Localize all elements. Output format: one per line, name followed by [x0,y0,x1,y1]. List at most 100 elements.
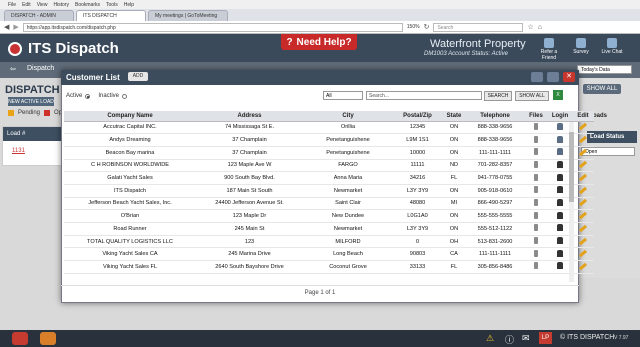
table-row[interactable]: C H ROBINSON WORLDWIDE 123 Maple Ave W FAR… [64,159,594,173]
file-icon[interactable] [534,122,538,130]
need-help-button[interactable]: ? Need Help? [281,34,357,50]
edit-pencil-icon[interactable] [578,123,588,131]
column-header-postal[interactable]: Postal/Zip [393,111,442,122]
column-header-edit[interactable]: Edit [572,111,594,122]
column-header-files[interactable]: Files [524,111,548,122]
file-icon[interactable] [534,249,538,257]
file-icon[interactable] [534,224,538,232]
table-row[interactable]: Andys Dreaming 37 Champlain Penetanguishen… [64,133,594,147]
login-user-icon[interactable] [557,148,563,156]
add-customer-button[interactable]: ADD [128,72,148,81]
inactive-radio[interactable] [122,93,128,99]
file-icon[interactable] [534,262,538,270]
app-logo[interactable]: ITS Dispatch [8,40,119,57]
nav-tab-dispatch[interactable]: Dispatch [27,65,54,72]
table-scrollbar[interactable] [569,122,574,282]
file-icon[interactable] [534,198,538,206]
table-row[interactable]: TOTAL QUALITY LOGISTICS LLC 123 MILFORD 0 OH… [64,235,594,249]
live-chat-button[interactable]: Live Chat [600,38,624,55]
file-icon[interactable] [534,211,538,219]
file-icon[interactable] [534,173,538,181]
browser-tab-admin[interactable]: DISPATCH - ADMIN [4,10,74,21]
column-header-company[interactable]: Company Name [64,111,196,122]
state-filter-select[interactable]: All [323,91,363,100]
table-row[interactable]: Viking Yacht Sales FL 2640 South Bayshore… [64,260,594,274]
login-user-icon[interactable] [557,173,563,181]
login-user-icon[interactable] [557,186,563,194]
browser-tab-meetings[interactable]: My meetings | GoToMeeting [148,10,228,21]
table-row[interactable]: O'Brian 123 Maple Dr New Dundee L0G1A0 ON 555… [64,209,594,223]
refer-friend-button[interactable]: Refer a Friend [537,38,561,61]
edit-pencil-icon[interactable] [578,186,588,195]
data-range-select[interactable]: Today's Data [577,65,632,74]
edit-pencil-icon[interactable] [578,135,588,144]
edit-pencil-icon[interactable] [578,161,588,169]
login-user-icon[interactable] [557,198,563,206]
file-icon[interactable] [534,148,538,156]
file-icon[interactable] [534,135,538,143]
back-icon[interactable]: ◀ [4,23,9,31]
column-header-login[interactable]: Login [548,111,572,122]
taskbar-app-icon[interactable] [12,332,28,345]
login-user-icon[interactable] [557,160,563,168]
file-icon[interactable] [534,237,538,245]
menu-edit[interactable]: Edit [22,2,31,8]
forward-icon[interactable]: ▶ [13,23,18,31]
maximize-icon[interactable] [547,72,559,82]
info-icon[interactable]: ⓘ [505,333,514,346]
login-user-icon[interactable] [557,135,563,143]
back-arrow-icon[interactable]: ⇦ [10,65,16,73]
show-all-loads-button[interactable]: SHOW ALL [583,84,621,94]
table-row[interactable]: Galati Yacht Sales 900 South Bay Blvd. Ann… [64,171,594,185]
login-user-icon[interactable] [557,224,563,232]
new-active-load-button[interactable]: NEW ACTIVE LOAD [8,97,54,106]
table-row[interactable]: ITS Dispatch 187 Main St South Newmarket L3… [64,184,594,198]
taskbar-firefox-icon[interactable] [40,332,56,345]
edit-pencil-icon[interactable] [578,249,588,258]
export-excel-icon[interactable]: X [553,90,563,100]
zoom-level[interactable]: 150% [407,24,420,30]
column-header-address[interactable]: Address [196,111,303,122]
login-user-icon[interactable] [557,237,563,245]
show-all-button[interactable]: SHOW ALL [515,91,549,101]
edit-pencil-icon[interactable] [578,237,588,245]
menu-bookmarks[interactable]: Bookmarks [75,2,100,8]
table-row[interactable]: Beacon Bay marina 37 Champlain Penetanguis… [64,146,594,160]
search-button[interactable]: SEARCH [484,91,512,101]
file-icon[interactable] [534,186,538,194]
login-user-icon[interactable] [557,211,563,219]
email-icon[interactable]: ✉ [522,333,530,344]
minimize-icon[interactable] [531,72,543,82]
active-radio[interactable] [85,93,91,99]
table-row[interactable]: Accutrac Capital INC. 74 Mississaga St E.… [64,121,594,135]
lp-icon[interactable]: LP [539,332,552,344]
home-icon[interactable]: ⌂ [538,24,542,31]
bookmark-star-icon[interactable]: ☆ [527,23,533,31]
login-user-icon[interactable] [557,122,563,130]
menu-file[interactable]: File [8,2,16,8]
table-row[interactable]: Jefferson Beach Yacht Sales, Inc. 24400 J… [64,197,594,211]
column-header-state[interactable]: State [442,111,466,122]
column-header-telephone[interactable]: Telephone [466,111,524,122]
edit-pencil-icon[interactable] [578,211,588,220]
url-input[interactable]: https://app.itsdispatch.com/dispatch.php [22,22,403,32]
column-header-city[interactable]: City [303,111,393,122]
customer-search-input[interactable]: Search... [366,91,482,100]
warning-icon[interactable]: ⚠ [486,333,494,344]
edit-pencil-icon[interactable] [578,173,588,182]
browser-search-input[interactable]: Search [433,22,524,32]
table-row[interactable]: Viking Yacht Sales CA 245 Marina Drive Lon… [64,247,594,262]
reload-icon[interactable]: ↻ [424,23,430,31]
table-row[interactable]: Road Runner 245 Main St Newmarket L3Y 3Y9 ON… [64,222,594,236]
scroll-thumb[interactable] [569,132,574,202]
edit-pencil-icon[interactable] [578,224,588,233]
edit-pencil-icon[interactable] [578,199,588,207]
close-icon[interactable]: ✕ [563,72,575,82]
file-icon[interactable] [534,160,538,168]
survey-button[interactable]: Survey [569,38,593,55]
menu-view[interactable]: View [37,2,48,8]
login-user-icon[interactable] [557,262,563,270]
edit-pencil-icon[interactable] [578,148,588,156]
browser-tab-dispatch[interactable]: ITS DISPATCH [76,10,146,21]
load-link[interactable]: 1131 [12,148,25,154]
